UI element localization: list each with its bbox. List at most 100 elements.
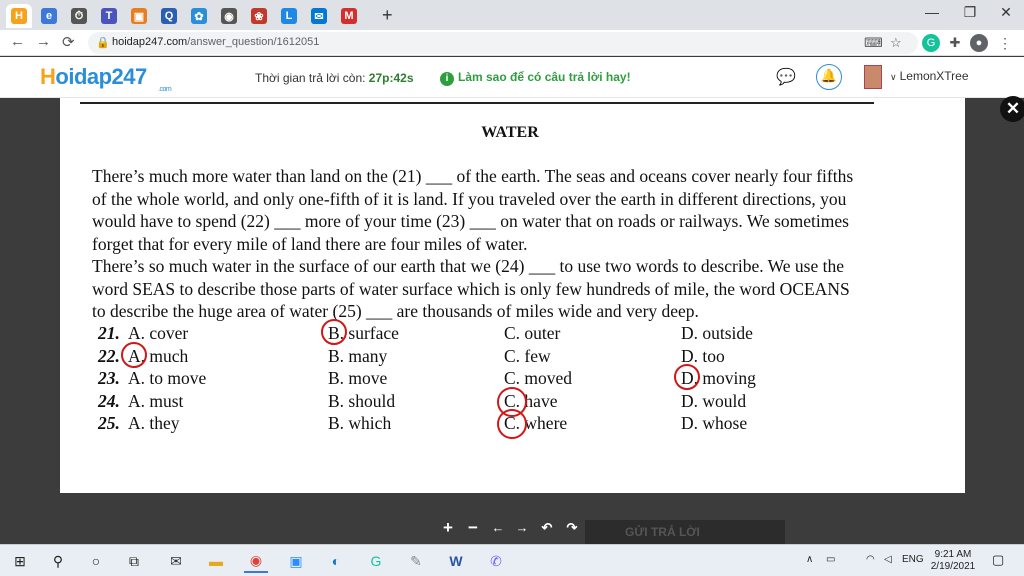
notifications-icon[interactable]: ▢ bbox=[992, 552, 1004, 568]
question-row: 23. A. to move B. move C. moved D. moving bbox=[92, 368, 952, 390]
cropped-text-line bbox=[80, 98, 874, 104]
answer-circle-mark bbox=[121, 341, 147, 368]
viber-icon[interactable]: ✆ bbox=[484, 549, 508, 573]
user-menu[interactable]: ∨ LemonXTree bbox=[890, 69, 969, 83]
option-d: D. whose bbox=[681, 413, 748, 434]
option-d: D. outside bbox=[681, 323, 753, 343]
paragraph-line: word SEAS to describe those parts of wat… bbox=[92, 278, 850, 299]
browser-tab[interactable]: T bbox=[96, 4, 122, 28]
windows-taskbar: ⊞ ⚲ ○ ⧉ ✉ ▬ ◉ ▣ ◐ G ✎ W ✆ ∧ ▭ ◠ ◁ ENG 9:… bbox=[0, 544, 1024, 576]
zoom-in-button[interactable]: + bbox=[438, 518, 458, 538]
option-d: D. would bbox=[681, 390, 747, 411]
paragraph-2: There’s so much water in the surface of … bbox=[92, 255, 952, 323]
question-row: 22. A. much B. many C. few D. too bbox=[92, 346, 952, 368]
edge-icon[interactable]: ◐ bbox=[324, 549, 348, 573]
chat-icon[interactable]: 💬 bbox=[776, 67, 796, 87]
notification-bell-icon[interactable]: 🔔 bbox=[816, 64, 842, 90]
url-text: hoidap247.com/answer_question/1612051 bbox=[112, 36, 319, 48]
tray-up-arrow-icon[interactable]: ∧ bbox=[806, 554, 813, 565]
tab-favicon-icon: T bbox=[101, 8, 117, 24]
viewer-close-button[interactable]: ✕ bbox=[1000, 96, 1024, 122]
tab-favicon-icon: Q bbox=[161, 8, 177, 24]
search-icon[interactable]: ⚲ bbox=[46, 549, 70, 573]
zoom-out-button[interactable]: − bbox=[463, 518, 483, 538]
rotate-right-button[interactable]: ↷ bbox=[562, 518, 582, 538]
question-number: 25. bbox=[98, 413, 120, 434]
cortana-icon[interactable]: ○ bbox=[84, 549, 108, 573]
tab-favicon-icon: e bbox=[41, 8, 57, 24]
tray-volume-icon[interactable]: ◁ bbox=[884, 554, 892, 565]
timer-label: Thời gian trả lời còn: bbox=[255, 71, 369, 85]
mail-icon[interactable]: ✉ bbox=[164, 549, 188, 573]
reload-button[interactable]: ⟳ bbox=[62, 33, 75, 51]
extensions-icon[interactable]: ✚ bbox=[946, 34, 964, 52]
tab-favicon-icon: ⏱ bbox=[71, 8, 87, 24]
option-a: A. must bbox=[128, 390, 184, 411]
back-button[interactable]: ← bbox=[10, 33, 25, 50]
passage-title: WATER bbox=[481, 124, 539, 141]
browser-tab[interactable]: ✿ bbox=[186, 4, 212, 28]
browser-tab[interactable]: ✉ bbox=[306, 4, 332, 28]
submit-answer-button[interactable]: GỬI TRẢ LỜI bbox=[585, 520, 785, 544]
grammarly-icon[interactable]: G bbox=[922, 34, 940, 52]
option-b: B. many bbox=[328, 345, 388, 366]
browser-tabstrip: + — ❐ ✕ He ⏱ T ▣ Q ✿ ◉ ❀ L ✉ M bbox=[0, 0, 1024, 30]
question-number: 23. bbox=[98, 368, 120, 389]
browser-tab[interactable]: ◉ bbox=[216, 4, 242, 28]
paint-icon[interactable]: ✎ bbox=[404, 549, 428, 573]
browser-tab[interactable]: ❀ bbox=[246, 4, 272, 28]
start-icon[interactable]: ⊞ bbox=[8, 549, 32, 573]
timer-value: 27p:42s bbox=[368, 71, 414, 85]
option-c: C. few bbox=[504, 345, 551, 366]
prev-image-button[interactable]: ← bbox=[488, 518, 508, 538]
tray-battery-icon[interactable]: ▭ bbox=[826, 554, 835, 565]
taskbar-clock[interactable]: 9:21 AM 2/19/2021 bbox=[926, 549, 980, 573]
next-image-button[interactable]: → bbox=[512, 518, 532, 538]
tab-favicon-icon: H bbox=[11, 8, 27, 24]
answer-tip-link[interactable]: i Làm sao để có câu trả lời hay! bbox=[440, 70, 631, 86]
browser-toolbar: ← → ⟳ 🔒 hoidap247.com/answer_question/16… bbox=[0, 30, 1024, 56]
browser-tab[interactable]: Q bbox=[156, 4, 182, 28]
word-icon[interactable]: W bbox=[444, 549, 468, 573]
address-bar[interactable]: 🔒 hoidap247.com/answer_question/1612051 … bbox=[88, 32, 918, 54]
paragraph-line: forget that for every mile of land there… bbox=[92, 233, 528, 254]
browser-tab[interactable]: ⏱ bbox=[66, 4, 92, 28]
browser-tab[interactable]: H bbox=[6, 4, 32, 28]
paragraph-1: There’s much more water than land on the… bbox=[92, 165, 952, 255]
browser-tab[interactable]: M bbox=[336, 4, 362, 28]
site-logo[interactable]: Hoidap247 .com bbox=[40, 64, 172, 93]
tab-favicon-icon: M bbox=[341, 8, 357, 24]
translate-icon[interactable]: ⌨ bbox=[864, 35, 883, 51]
answer-circle-mark bbox=[321, 319, 347, 345]
paragraph-line: would have to spend (22) ___ more of you… bbox=[92, 211, 849, 231]
new-tab-button[interactable]: + bbox=[382, 5, 393, 26]
zoom-icon[interactable]: ▣ bbox=[284, 549, 308, 573]
avatar[interactable] bbox=[864, 65, 882, 89]
browser-tab[interactable]: L bbox=[276, 4, 302, 28]
tab-favicon-icon: ◉ bbox=[221, 8, 237, 24]
input-language[interactable]: ENG bbox=[902, 554, 924, 565]
tab-favicon-icon: ✉ bbox=[311, 8, 327, 24]
rotate-left-button[interactable]: ↶ bbox=[537, 518, 557, 538]
tray-network-icon[interactable]: ◠ bbox=[866, 554, 875, 565]
grammarly-taskbar-icon[interactable]: G bbox=[364, 549, 388, 573]
bookmark-star-icon[interactable]: ☆ bbox=[890, 35, 902, 51]
chrome-icon[interactable]: ◉ bbox=[244, 549, 268, 573]
forward-button[interactable]: → bbox=[36, 33, 51, 50]
restore-button[interactable]: ❐ bbox=[950, 4, 990, 21]
option-c: C. moved bbox=[504, 368, 573, 389]
profile-icon[interactable]: ● bbox=[970, 34, 988, 52]
tip-text: Làm sao để có câu trả lời hay! bbox=[458, 70, 631, 84]
task-view-icon[interactable]: ⧉ bbox=[122, 549, 146, 573]
file-explorer-icon[interactable]: ▬ bbox=[204, 549, 228, 573]
browser-tab[interactable]: ▣ bbox=[126, 4, 152, 28]
option-a: A. cover bbox=[128, 323, 189, 343]
window-close-button[interactable]: ✕ bbox=[986, 4, 1024, 21]
minimize-button[interactable]: — bbox=[912, 4, 952, 20]
answer-timer: Thời gian trả lời còn: 27p:42s bbox=[255, 71, 414, 85]
user-caret-icon: ∨ bbox=[890, 72, 897, 82]
tab-favicon-icon: ❀ bbox=[251, 8, 267, 24]
browser-tab[interactable]: e bbox=[36, 4, 62, 28]
menu-icon[interactable]: ⋮ bbox=[996, 34, 1014, 52]
clock-time: 9:21 AM bbox=[934, 549, 972, 560]
